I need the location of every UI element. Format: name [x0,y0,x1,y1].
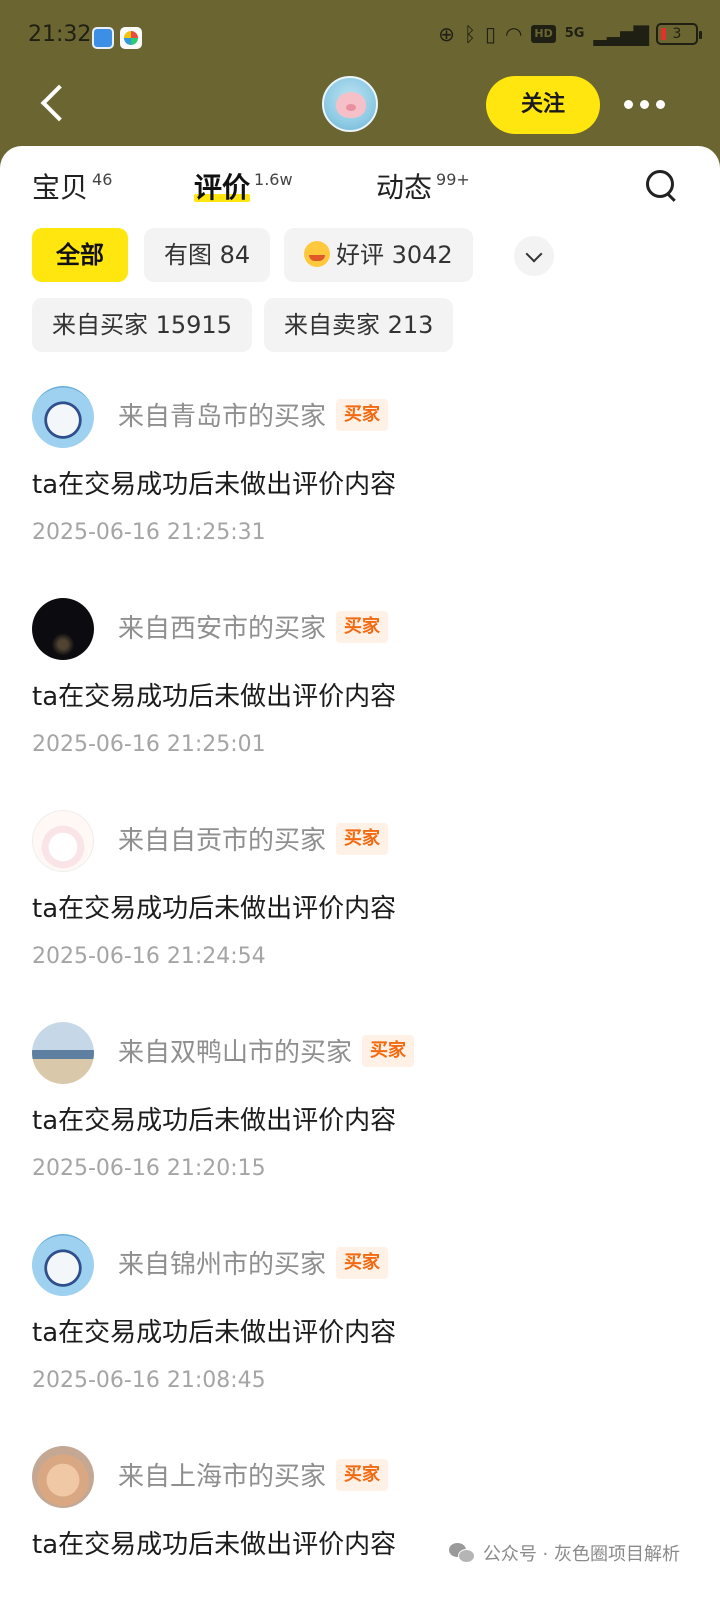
review-time: 2025-06-16 21:25:31 [32,520,266,545]
tab-label: 宝贝 [32,171,89,204]
chevron-down-icon[interactable] [514,236,554,276]
reviewer-name: 来自双鸭山市的买家 买家 [118,1032,415,1069]
reviewer-location: 来自上海市的买家 [118,1462,327,1492]
tab-count: 46 [92,170,113,189]
more-icon[interactable] [624,94,668,114]
follow-button[interactable]: 关注 [486,76,600,134]
list-item[interactable]: 来自锦州市的买家 买家 ta在交易成功后未做出评价内容 2025-06-16 21… [0,1232,720,1444]
review-time: 2025-06-16 21:25:01 [32,732,266,757]
avatar[interactable] [32,386,94,448]
smile-emoji-icon [304,241,330,267]
buyer-badge: 买家 [336,822,389,855]
filter-all-chip[interactable]: 全部 [32,228,128,282]
review-list: 来自青岛市的买家 买家 ta在交易成功后未做出评价内容 2025-06-16 21… [0,384,720,1612]
wechat-icon [448,1543,475,1563]
tab-reviews[interactable]: 评价 1.6w [194,166,293,206]
avatar[interactable] [32,1234,94,1296]
tab-label: 评价 [194,171,251,204]
review-text: ta在交易成功后未做出评价内容 [32,1530,397,1560]
review-text: ta在交易成功后未做出评价内容 [32,470,397,500]
avatar[interactable] [32,1446,94,1508]
reviewer-location: 来自西安市的买家 [118,614,327,644]
avatar[interactable] [322,76,378,132]
app-notification-icon [120,27,142,49]
tab-count: 1.6w [254,170,293,189]
list-item[interactable]: 来自自贡市的买家 买家 ta在交易成功后未做出评价内容 2025-06-16 21… [0,808,720,1020]
reviewer-location: 来自锦州市的买家 [118,1250,327,1280]
tab-activity[interactable]: 动态 99+ [376,166,470,206]
reviewer-location: 来自双鸭山市的买家 [118,1038,353,1068]
avatar[interactable] [32,598,94,660]
status-time: 21:32 [28,22,92,47]
tab-count: 99+ [436,170,470,189]
filter-good-chip[interactable]: 好评 3042 [284,228,473,282]
status-bar: 21:32 ⊕ ᛒ ▯ ◠ HD 5G ▂▃▅▇ 3 [0,0,720,76]
list-item[interactable]: 来自上海市的买家 买家 ta在交易成功后未做出评价内容 [0,1444,720,1612]
reviewer-name: 来自自贡市的买家 买家 [118,820,389,857]
buyer-badge: 买家 [336,610,389,643]
reviewer-name: 来自上海市的买家 买家 [118,1456,389,1493]
filter-from-buyer-chip[interactable]: 来自买家 15915 [32,298,252,352]
reviewer-location: 来自青岛市的买家 [118,402,327,432]
reviewer-name: 来自锦州市的买家 买家 [118,1244,389,1281]
reviewer-name: 来自西安市的买家 买家 [118,608,389,645]
tab-items[interactable]: 宝贝 46 [32,166,112,206]
buyer-badge: 买家 [336,398,389,431]
buyer-badge: 买家 [336,1458,389,1491]
list-item[interactable]: 来自双鸭山市的买家 买家 ta在交易成功后未做出评价内容 2025-06-16 2… [0,1020,720,1232]
hd-icon: HD [531,25,556,43]
watermark: 公众号 · 灰色圈项目解析 [448,1540,680,1566]
signal-icon: ▂▃▅▇ [593,22,649,46]
buyer-badge: 买家 [336,1246,389,1279]
network-icon: 5G [564,26,585,41]
avatar[interactable] [32,1022,94,1084]
filter-good-label: 好评 3042 [336,241,453,269]
content-sheet: 宝贝 46 评价 1.6w 动态 99+ 全部 有图 84 好评 3042 来自买家 … [0,146,720,1612]
list-item[interactable]: 来自青岛市的买家 买家 ta在交易成功后未做出评价内容 2025-06-16 21… [0,384,720,596]
avatar[interactable] [32,810,94,872]
wifi-icon: ◠ [504,22,523,46]
reviewer-name: 来自青岛市的买家 买家 [118,396,389,433]
vibrate-icon: ▯ [484,22,496,46]
review-time: 2025-06-16 21:20:15 [32,1156,266,1181]
review-text: ta在交易成功后未做出评价内容 [32,1106,397,1136]
tab-bar: 宝贝 46 评价 1.6w 动态 99+ [0,146,720,226]
filter-from-seller-chip[interactable]: 来自卖家 213 [264,298,454,352]
filter-with-image-chip[interactable]: 有图 84 [144,228,271,282]
bluetooth-icon: ᛒ [463,22,476,46]
back-icon[interactable] [36,86,72,122]
watermark-text: 公众号 · 灰色圈项目解析 [482,1544,680,1565]
tab-label: 动态 [376,171,433,204]
filter-chips: 全部 有图 84 好评 3042 来自买家 15915 来自卖家 213 [0,226,720,356]
app-notification-icon [92,27,114,49]
review-text: ta在交易成功后未做出评价内容 [32,682,397,712]
search-icon[interactable] [644,168,680,204]
status-indicators: ⊕ ᛒ ▯ ◠ HD 5G ▂▃▅▇ 3 [438,22,702,46]
battery-icon: 3 [656,23,702,45]
list-item[interactable]: 来自西安市的买家 买家 ta在交易成功后未做出评价内容 2025-06-16 21… [0,596,720,808]
reviewer-location: 来自自贡市的买家 [118,826,327,856]
review-time: 2025-06-16 21:24:54 [32,944,266,969]
buyer-badge: 买家 [362,1034,415,1067]
review-text: ta在交易成功后未做出评价内容 [32,894,397,924]
review-text: ta在交易成功后未做出评价内容 [32,1318,397,1348]
review-time: 2025-06-16 21:08:45 [32,1368,266,1393]
add-circle-icon: ⊕ [438,22,455,46]
